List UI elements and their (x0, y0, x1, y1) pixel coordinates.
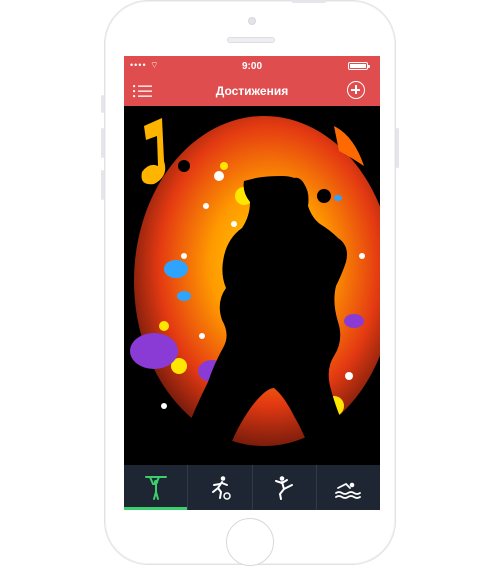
artwork-canvas (124, 106, 380, 465)
page-title: Достижения (215, 84, 289, 98)
tab-pull-up[interactable] (124, 465, 189, 510)
home-button[interactable] (226, 518, 274, 566)
swimming-icon (335, 482, 362, 499)
status-bar: •••• ⌔ 9:00 (124, 56, 380, 76)
battery-icon (348, 62, 370, 70)
volume-down-button (101, 170, 104, 200)
dancer-silhouette-image (124, 106, 380, 465)
tab-karate[interactable] (253, 465, 317, 510)
tab-swimming[interactable] (317, 465, 380, 510)
tab-soccer[interactable] (188, 465, 253, 510)
nav-bar: Достижения (124, 76, 380, 106)
add-button[interactable] (347, 81, 365, 99)
status-time: 9:00 (241, 61, 262, 72)
power-button (396, 128, 399, 168)
soccer-icon (211, 475, 231, 500)
earpiece-speaker (227, 37, 275, 43)
karate-icon (275, 475, 294, 500)
bottom-tab-bar (124, 465, 380, 510)
pull-up-icon (144, 475, 167, 500)
front-camera (248, 17, 256, 25)
volume-up-button (101, 128, 104, 158)
top-button (292, 0, 326, 3)
silent-switch (101, 95, 104, 113)
app-screen: •••• ⌔ 9:00 Достижения (124, 56, 380, 510)
